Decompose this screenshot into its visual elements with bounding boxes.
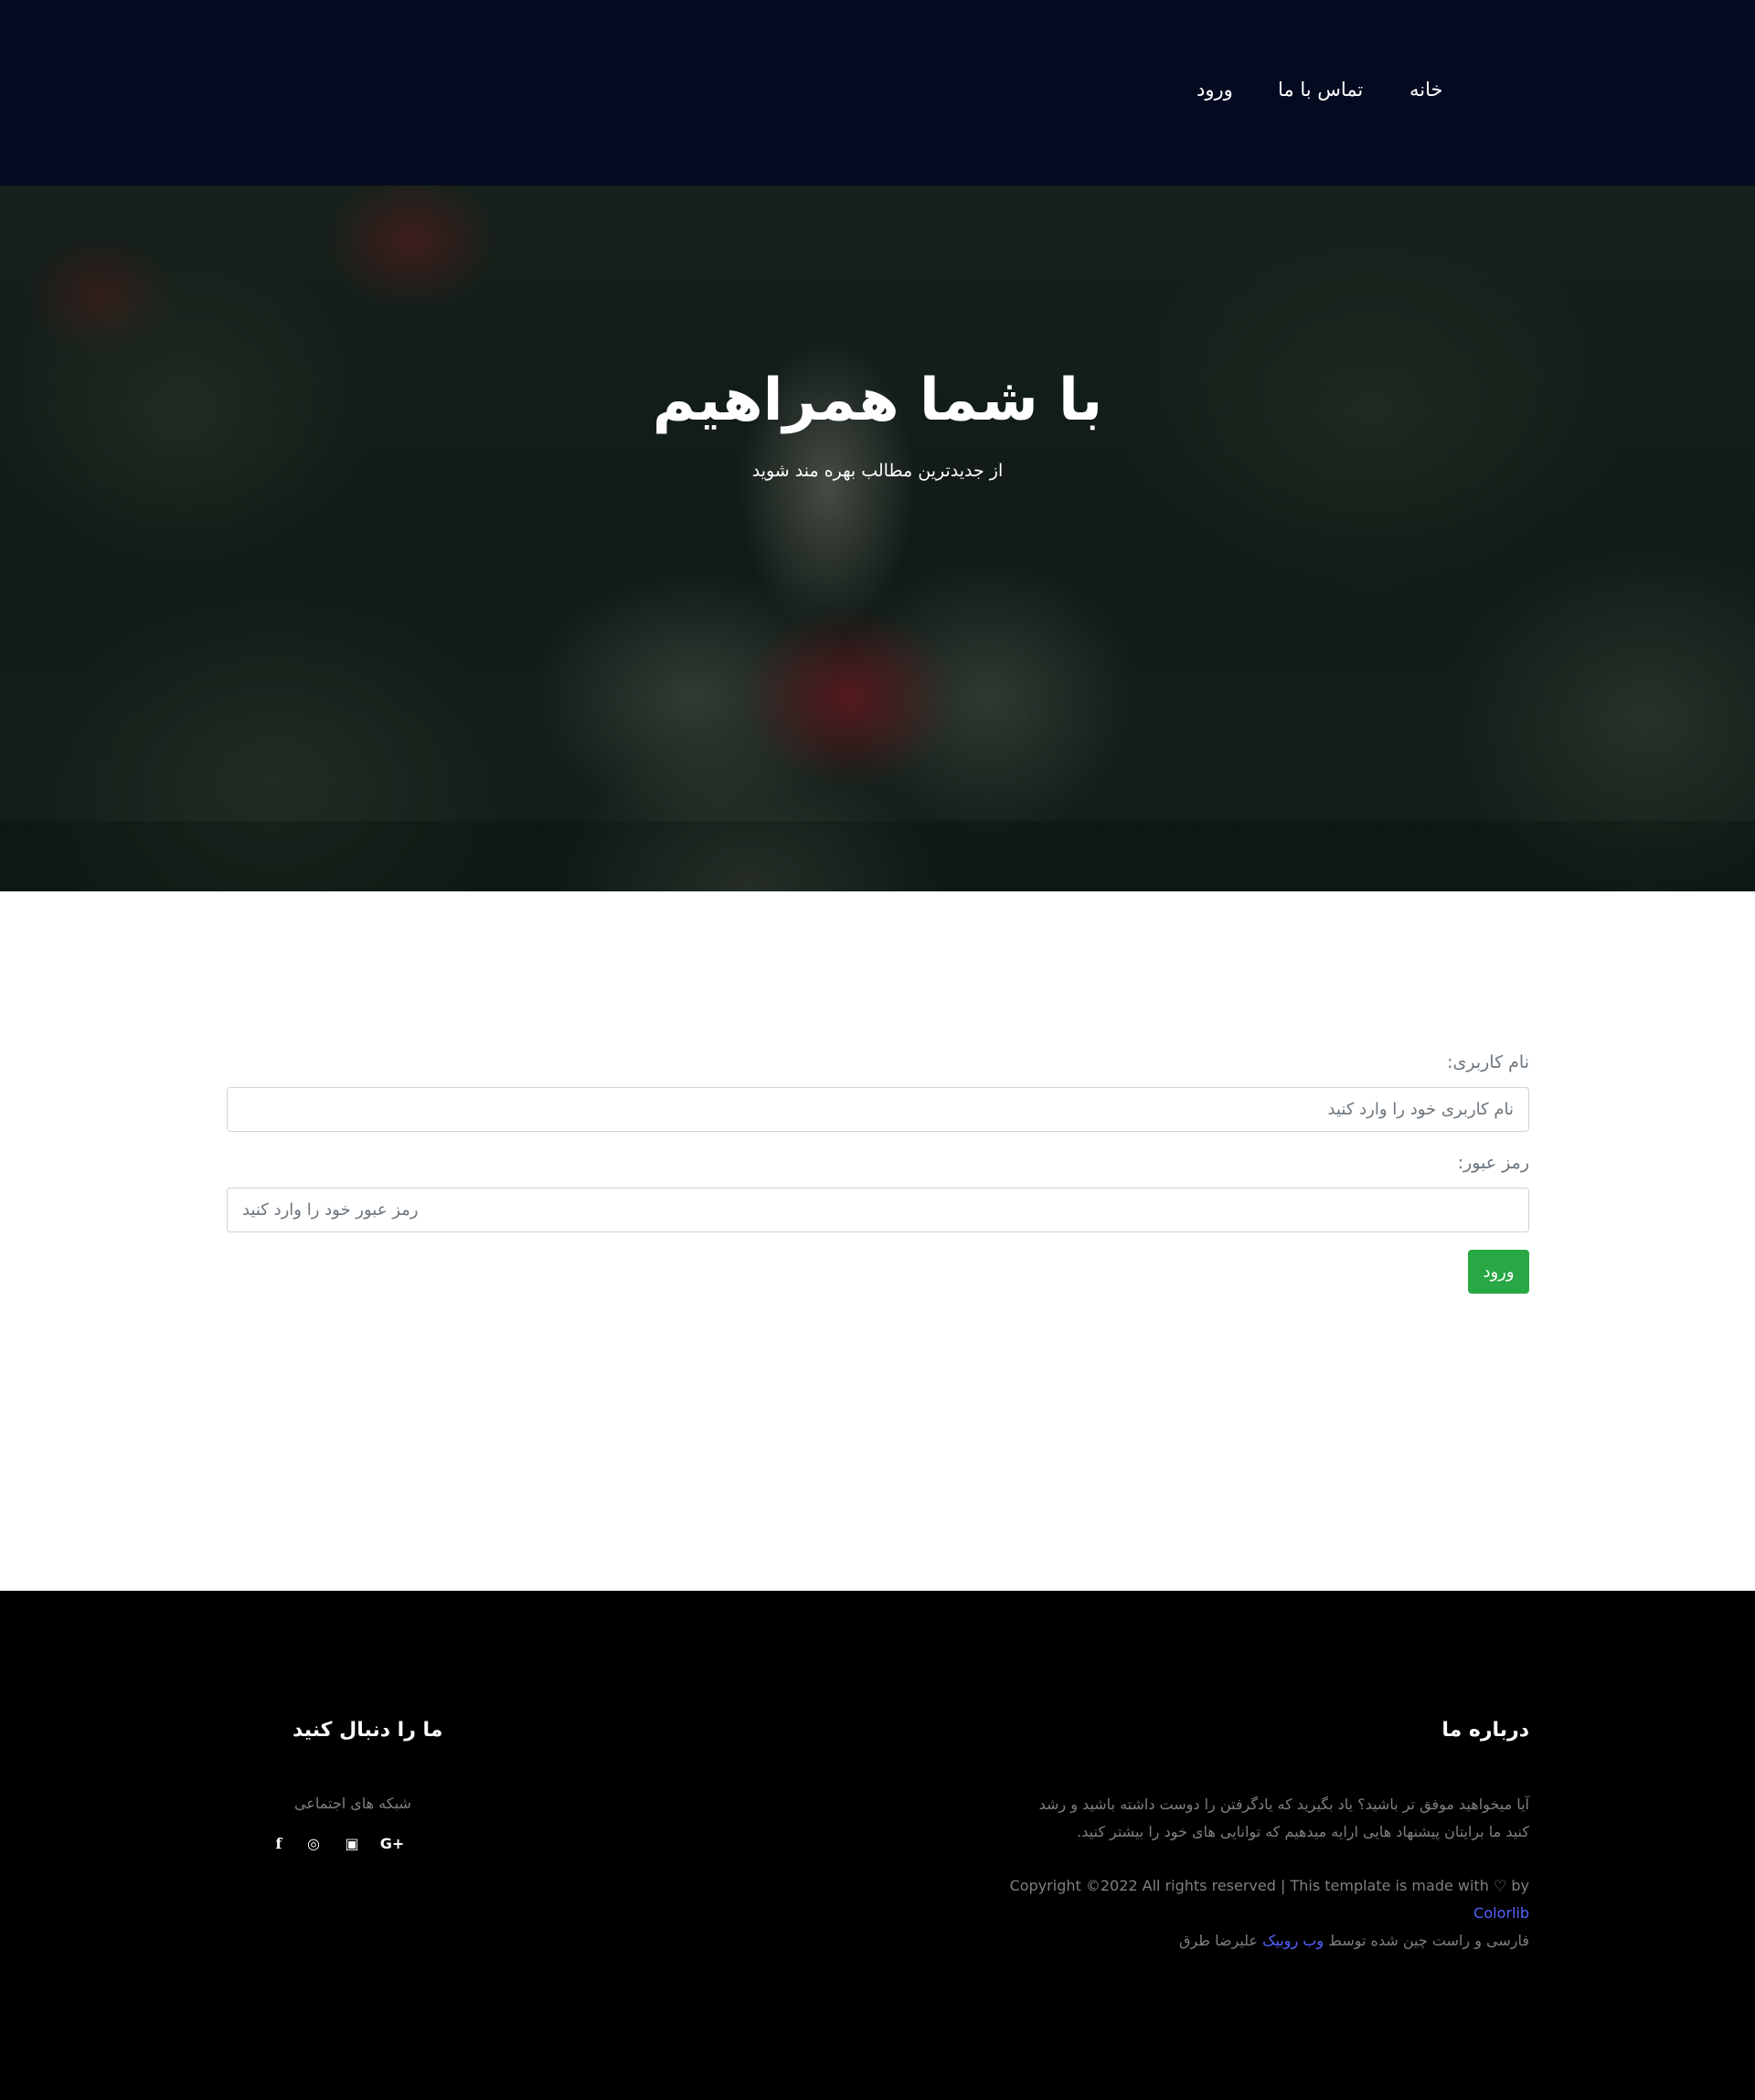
colorlib-line: Colorlib	[981, 1900, 1529, 1927]
translation-credit: فارسی و راست چین شده توسط وب روبیک علیرض…	[981, 1927, 1529, 1955]
youtube-icon[interactable]: ▣	[338, 1830, 366, 1858]
hero-overlay	[0, 186, 1755, 891]
copyright-line: Copyright ©2022 All rights reserved | Th…	[981, 1872, 1529, 1900]
translator-name: علیرضا طرق	[1179, 1932, 1259, 1949]
login-form-section: نام کاربری: رمز عبور: ورود	[0, 891, 1755, 1591]
social-icons: f ◎ ▣ G+	[265, 1830, 420, 1858]
navbar: خانه تماس با ما ورود	[0, 0, 1755, 186]
hero-bottom-band	[0, 821, 1755, 891]
footer: درباره ما آیا میخواهید موفق تر باشید؟ یا…	[0, 1591, 1755, 2100]
follow-us-heading: ما را دنبال کنید	[292, 1719, 443, 1742]
instagram-icon[interactable]: ◎	[300, 1830, 327, 1858]
password-input[interactable]	[227, 1188, 1529, 1232]
nav-link-login[interactable]: ورود	[1197, 71, 1233, 108]
heart-icon: ♡	[1493, 1877, 1507, 1894]
copyright-text: Copyright ©2022 All rights reserved | Th…	[1009, 1877, 1489, 1894]
password-label: رمز عبور:	[1457, 1153, 1529, 1173]
nav-link-contact[interactable]: تماس با ما	[1278, 71, 1363, 108]
hero-subtitle: از جدیدترین مطالب بهره مند شوید	[751, 461, 1004, 481]
facebook-icon[interactable]: f	[265, 1830, 292, 1858]
google-plus-icon[interactable]: G+	[378, 1830, 406, 1858]
webrubik-link[interactable]: وب روبیک	[1262, 1932, 1324, 1949]
username-label: نام کاربری:	[1447, 1052, 1529, 1072]
colorlib-link[interactable]: Colorlib	[1473, 1904, 1529, 1922]
hero-banner: با شما همراهیم از جدیدترین مطالب بهره من…	[0, 186, 1755, 891]
username-input[interactable]	[227, 1087, 1529, 1132]
copyright-by: by	[1511, 1877, 1529, 1894]
social-networks-label: شبکه های اجتماعی	[294, 1795, 411, 1812]
about-heading: درباره ما	[1441, 1719, 1529, 1742]
main-nav: خانه تماس با ما ورود	[0, 71, 1755, 108]
login-submit-button[interactable]: ورود	[1468, 1250, 1529, 1294]
translation-prefix: فارسی و راست چین شده توسط	[1328, 1932, 1529, 1949]
copyright-block: Copyright ©2022 All rights reserved | Th…	[981, 1872, 1529, 1955]
hero-title: با شما همراهیم	[652, 367, 1103, 434]
about-text: آیا میخواهید موفق تر باشید؟ یاد بگیرید ک…	[1038, 1796, 1529, 1840]
nav-link-home[interactable]: خانه	[1409, 71, 1442, 108]
